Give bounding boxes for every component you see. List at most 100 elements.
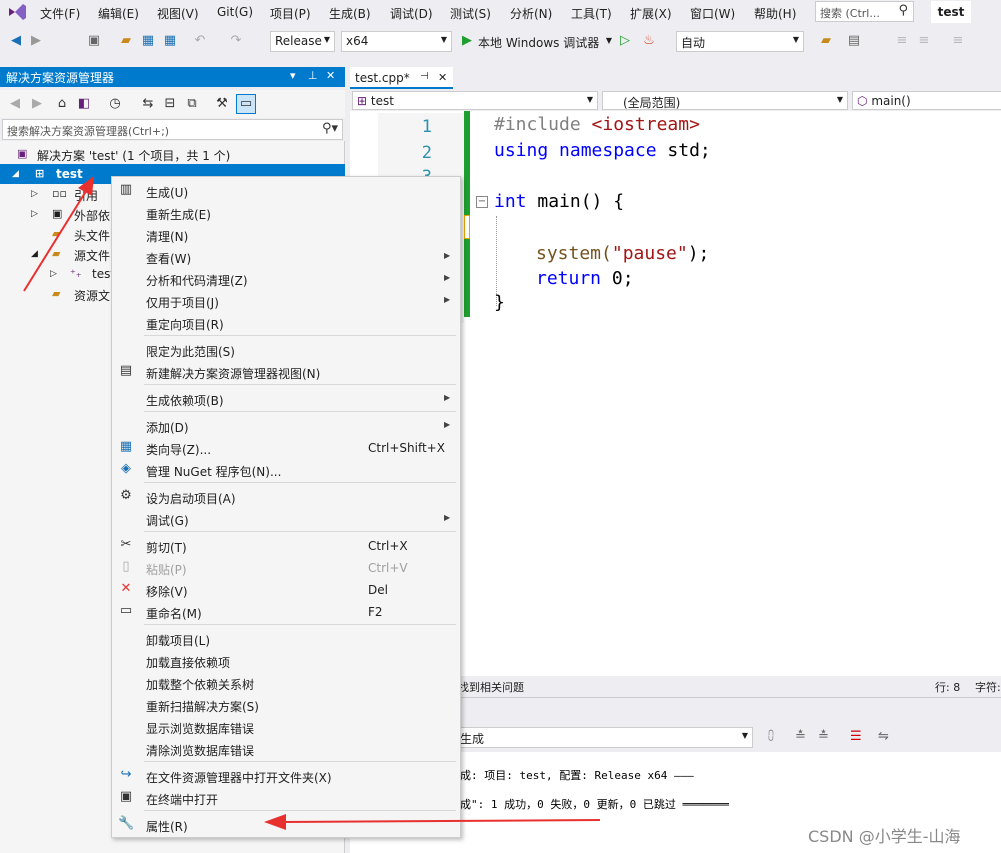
menu-item[interactable]: 卸载项目(L) [112,627,460,649]
wrench-icon[interactable]: ⚒ [214,95,230,113]
debugger-button[interactable]: 本地 Windows 调试器 [478,34,599,52]
menu-item[interactable]: ▭ 重命名(M) F2 [112,600,460,622]
menu-item[interactable]: ▥ 生成(U) [112,179,460,201]
menu-item[interactable]: 查看(W) ▶ [112,245,460,267]
dropdown-icon[interactable]: ▾ [290,69,296,82]
menu-item[interactable]: 添加(D) ▶ [112,414,460,436]
solution-config-select[interactable]: 自动 ▼ [676,31,804,52]
uncomment-icon[interactable]: ≡ [916,32,932,50]
global-search-input[interactable]: 搜索 (Ctrl... ⚲ [815,1,914,22]
next-message-icon[interactable]: ≛ [818,729,829,744]
show-all-files-icon[interactable]: ⧉ [184,95,200,113]
menu-item[interactable]: ⚙ 设为启动项目(A) [112,485,460,507]
tree-solution-node[interactable]: ▣ 解决方案 'test' (1 个项目，共 1 个) [0,144,345,164]
menu-extensions[interactable]: 扩展(X) [630,5,672,22]
menu-item[interactable]: 🔧 属性(R) [112,813,460,835]
save-icon[interactable]: ▦ [140,32,156,50]
menu-help[interactable]: 帮助(H) [754,5,796,22]
menu-item[interactable]: 限定为此范围(S) [112,338,460,360]
menu-view[interactable]: 视图(V) [157,5,199,22]
hot-reload-icon[interactable]: ♨ [640,32,658,50]
menu-test[interactable]: 测试(S) [450,5,491,22]
tree-item-label: 源文件 [74,249,111,263]
visual-studio-logo-icon[interactable] [6,2,28,22]
token: int [494,191,527,212]
sync-icon[interactable]: ⇆ [140,95,156,113]
menu-item-shortcut: Ctrl+V [368,561,408,575]
nav-scope-select[interactable]: (全局范围) ▼ [602,91,848,110]
fold-toggle-icon[interactable]: − [476,196,488,208]
platform-select[interactable]: x64 ▼ [341,31,452,52]
collapse-all-icon[interactable]: ⊟ [162,95,178,113]
menu-item[interactable]: ◈ 管理 NuGet 程序包(N)... [112,458,460,480]
menu-item[interactable]: ✕ 移除(V) Del [112,578,460,600]
close-icon[interactable]: ✕ [326,69,335,82]
collapse-icon[interactable]: ◢ [31,249,38,259]
nav-project-select[interactable]: ⊞ test ▼ [352,91,598,110]
solution-search-input[interactable]: 搜索解决方案资源管理器(Ctrl+;) ⚲▾ [2,119,343,140]
layout-icon[interactable]: ▤ [846,32,862,50]
menu-item[interactable]: 分析和代码清理(Z) ▶ [112,267,460,289]
back-icon[interactable]: ◀ [8,32,24,50]
tab-test-cpp[interactable]: test.cpp* ⊣ ✕ [350,67,453,89]
expand-icon[interactable]: ▷ [50,269,57,279]
menu-item[interactable]: ▣ 在终端中打开 [112,786,460,808]
menu-item[interactable]: 加载整个依赖关系树 [112,671,460,693]
save-all-icon[interactable]: ▦ [162,32,178,50]
open-folder-icon[interactable]: ▰ [118,32,134,50]
folder-icon[interactable]: ▰ [818,32,834,50]
menu-item[interactable]: 重新生成(E) [112,201,460,223]
indent-icon[interactable]: ≡ [950,32,966,50]
menu-tools[interactable]: 工具(T) [571,5,612,22]
configuration-select[interactable]: Release ▼ [270,31,335,52]
menu-item[interactable]: ▤ 新建解决方案资源管理器视图(N) [112,360,460,382]
collapse-icon[interactable]: ◢ [12,169,19,179]
start-without-debug-icon[interactable]: ▷ [618,32,632,50]
menu-item[interactable]: 清理(N) [112,223,460,245]
comment-icon[interactable]: ≡ [894,32,910,50]
menu-git[interactable]: Git(G) [217,5,253,19]
menu-project[interactable]: 项目(P) [270,5,311,22]
menu-item[interactable]: 重定向项目(R) [112,311,460,333]
menu-debug[interactable]: 调试(D) [390,5,433,22]
menu-item[interactable]: 显示浏览数据库错误 [112,715,460,737]
back-icon[interactable]: ◀ [8,95,22,113]
redo-icon[interactable]: ↷ [228,32,244,50]
menu-file[interactable]: 文件(F) [40,5,80,22]
word-wrap-icon[interactable]: ⇋ [878,729,889,744]
switch-views-icon[interactable]: ◧ [76,95,92,113]
menu-item[interactable]: 重新扫描解决方案(S) [112,693,460,715]
forward-icon[interactable]: ▶ [30,95,44,113]
preview-icon[interactable]: ▭ [236,94,256,114]
close-icon[interactable]: ✕ [438,71,447,84]
menu-item[interactable]: ▦ 类向导(Z)... Ctrl+Shift+X [112,436,460,458]
menu-edit[interactable]: 编辑(E) [98,5,139,22]
menu-analyze[interactable]: 分析(N) [510,5,552,22]
find-message-icon[interactable]: ⩇ [768,729,774,744]
new-item-icon[interactable]: ▣ [86,32,102,50]
menu-item[interactable]: 加载直接依赖项 [112,649,460,671]
output-source-select[interactable]: 生成 ▼ [455,727,753,748]
menu-item[interactable]: ↪ 在文件资源管理器中打开文件夹(X) [112,764,460,786]
menu-item[interactable]: 清除浏览数据库错误 [112,737,460,759]
chevron-down-icon[interactable]: ▼ [604,32,614,50]
menu-build[interactable]: 生成(B) [329,5,371,22]
issues-status[interactable]: 找到相关问题 [458,679,524,695]
menu-item[interactable]: 调试(G) ▶ [112,507,460,529]
home-icon[interactable]: ⌂ [54,95,70,113]
forward-icon[interactable]: ▶ [28,32,44,50]
menu-item[interactable]: 仅用于项目(J) ▶ [112,289,460,311]
pin-icon[interactable]: ⊣ [420,71,429,82]
previous-message-icon[interactable]: ≛ [795,729,806,744]
clear-all-icon[interactable]: ☰ [850,729,862,744]
pin-icon[interactable]: ⊥ [308,69,318,82]
menu-item[interactable]: ✂ 剪切(T) Ctrl+X [112,534,460,556]
menu-window[interactable]: 窗口(W) [690,5,735,22]
nav-member-select[interactable]: ⬡ main() [852,91,1001,110]
expand-icon[interactable]: ▷ [31,209,38,219]
start-debug-icon[interactable]: ▶ [460,32,474,50]
expand-icon[interactable]: ▷ [31,189,38,199]
undo-icon[interactable]: ↶ [192,32,208,50]
menu-item[interactable]: 生成依赖项(B) ▶ [112,387,460,409]
history-icon[interactable]: ◷ [106,95,124,113]
